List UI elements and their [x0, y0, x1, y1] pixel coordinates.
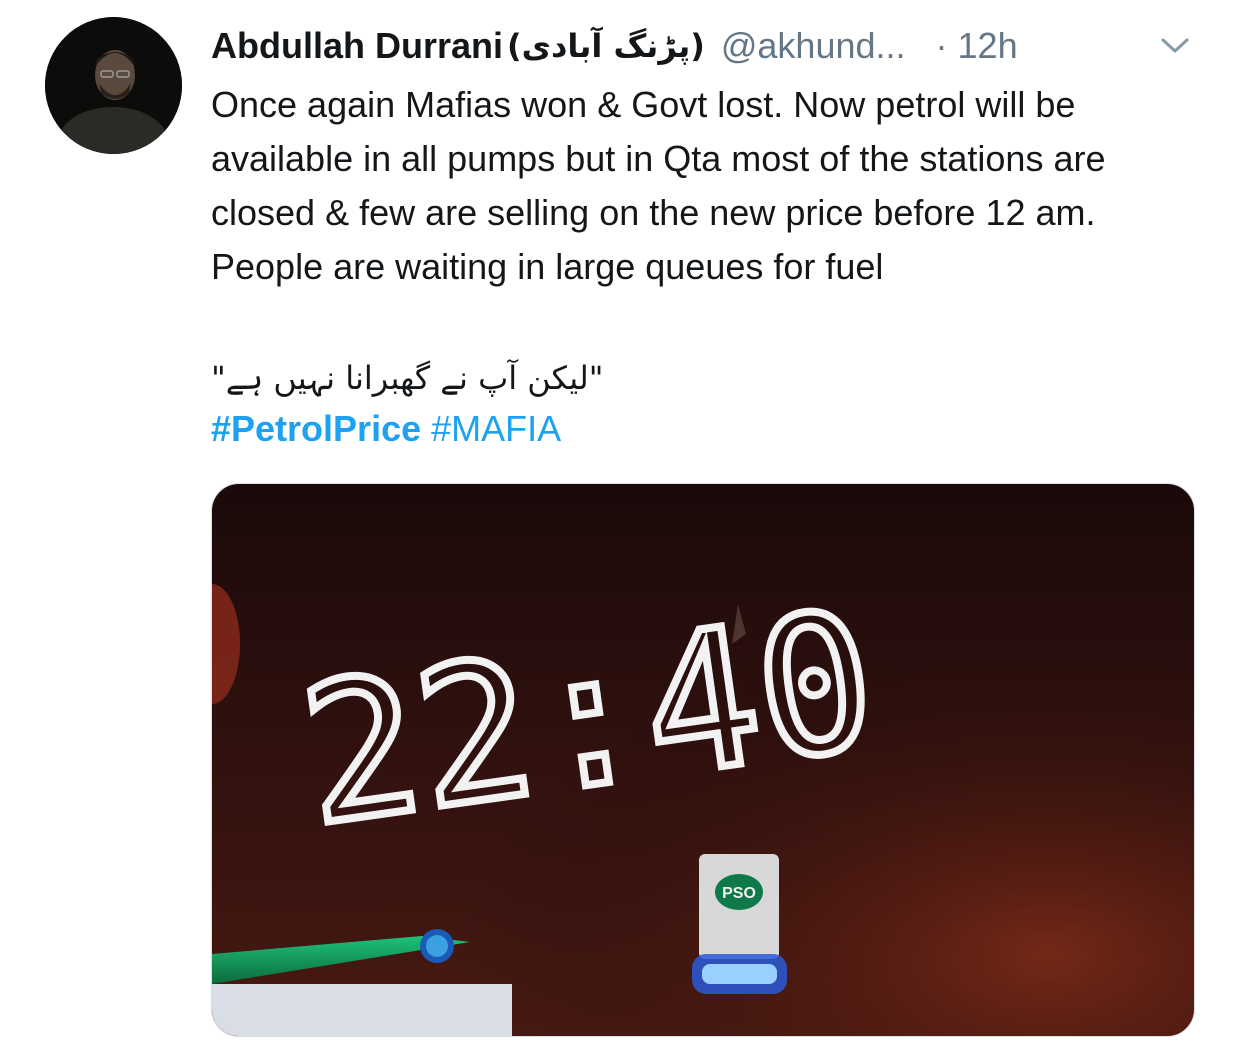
tweet-media-image[interactable]: PSO 22:40 — [211, 483, 1195, 1037]
tweet[interactable]: Abdullah Durrani (پڑنگ آبادی) @akhund...… — [0, 0, 1242, 1057]
separator-dot: · — [935, 25, 948, 66]
tweet-text: Once again Mafias won & Govt lost. Now p… — [211, 84, 1106, 287]
hashtag-row: #PetrolPrice #MAFIA — [211, 402, 561, 456]
chevron-down-icon[interactable] — [1158, 33, 1192, 57]
pso-sign-text: PSO — [722, 885, 756, 902]
timestamp[interactable]: 12h — [958, 25, 1018, 67]
hashtag-mafia[interactable]: #MAFIA — [431, 408, 561, 449]
media-photo: PSO 22:40 — [212, 484, 1194, 1036]
avatar-photo — [45, 17, 182, 154]
hashtag-petrolprice[interactable]: #PetrolPrice — [211, 408, 421, 449]
avatar[interactable] — [45, 17, 182, 154]
tweet-urdu-quote: "لیکن آپ نے گھبرانا نہیں ہے" — [211, 359, 604, 397]
tweet-header: Abdullah Durrani (پڑنگ آبادی) @akhund...… — [211, 20, 1018, 72]
display-name-urdu[interactable]: (پڑنگ آبادی) — [507, 27, 705, 65]
user-handle[interactable]: @akhund... — [721, 25, 906, 67]
display-name[interactable]: Abdullah Durrani — [211, 25, 503, 67]
